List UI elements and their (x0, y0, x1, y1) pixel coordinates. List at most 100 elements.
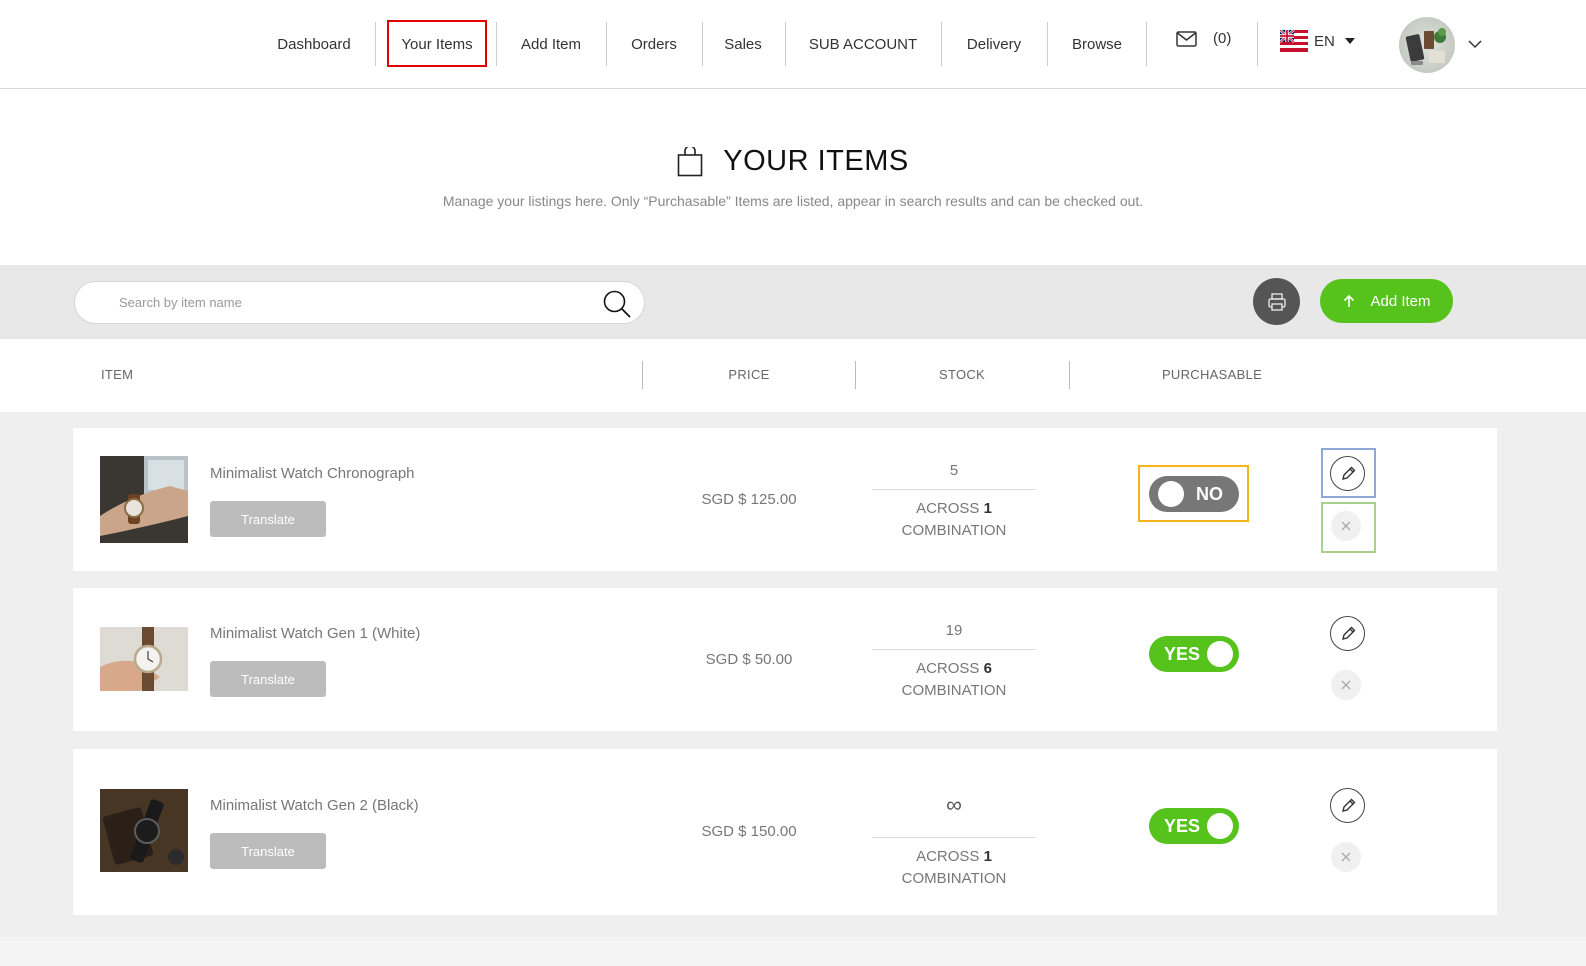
stock-across-prefix: ACROSS (916, 660, 984, 677)
purchasable-toggle[interactable]: YES (1149, 808, 1239, 844)
item-name[interactable]: Minimalist Watch Gen 2 (Black) (210, 797, 419, 814)
items-list: Minimalist Watch Chronograph Translate S… (0, 412, 1586, 966)
toggle-knob (1158, 481, 1184, 507)
purchasable-toggle[interactable]: NO (1149, 476, 1239, 512)
print-icon (1267, 292, 1286, 311)
column-header-stock: STOCK (938, 367, 986, 382)
nav-delivery[interactable]: Delivery (954, 0, 1034, 88)
add-item-label: Add Item (1370, 292, 1431, 310)
chevron-down-icon[interactable] (1467, 36, 1483, 52)
stock-combinations: ACROSS 1 COMBINATION (872, 498, 1036, 542)
item-name[interactable]: Minimalist Watch Chronograph (210, 465, 415, 482)
nav-divider (702, 22, 703, 66)
column-header-item: ITEM (101, 367, 134, 382)
item-name[interactable]: Minimalist Watch Gen 1 (White) (210, 625, 420, 642)
nav-dashboard[interactable]: Dashboard (262, 0, 366, 88)
translate-button[interactable]: Translate (210, 661, 326, 697)
combination-count: 6 (983, 660, 992, 677)
column-divider (1069, 361, 1070, 389)
stock-combinations: ACROSS 1 COMBINATION (872, 846, 1036, 890)
edit-button[interactable] (1330, 788, 1365, 823)
combination-label: COMBINATION (901, 870, 1007, 887)
delete-button[interactable] (1331, 670, 1361, 700)
edit-button[interactable] (1330, 616, 1365, 651)
translate-button[interactable]: Translate (210, 833, 326, 869)
active-nav-highlight (387, 20, 487, 67)
table-row: Minimalist Watch Gen 1 (White) Translate… (73, 588, 1497, 731)
nav-sub-account[interactable]: SUB ACCOUNT (798, 0, 928, 88)
purchasable-toggle[interactable]: YES (1149, 636, 1239, 672)
search-box (74, 281, 645, 324)
combination-label: COMBINATION (901, 682, 1007, 699)
close-icon (1341, 852, 1351, 862)
language-selector[interactable]: EN (1280, 30, 1355, 52)
stock-across-prefix: ACROSS (916, 500, 984, 517)
item-thumbnail[interactable] (100, 456, 188, 543)
page-title: YOUR ITEMS (723, 145, 909, 177)
item-price: SGD $ 150.00 (701, 823, 797, 840)
translate-button[interactable]: Translate (210, 501, 326, 537)
toggle-label: YES (1164, 643, 1201, 664)
nav-divider (1146, 22, 1147, 66)
nav-divider (375, 22, 376, 66)
top-navigation: Dashboard Your Items Add Item Orders Sal… (0, 0, 1586, 89)
item-stock: ∞ ACROSS 1 COMBINATION (872, 792, 1036, 890)
nav-divider (1257, 22, 1258, 66)
toggle-label: NO (1196, 483, 1223, 504)
nav-add-item[interactable]: Add Item (508, 0, 594, 88)
page-subtitle: Manage your listings here. Only “Purchas… (442, 193, 1144, 209)
delete-button[interactable] (1331, 842, 1361, 872)
edit-button[interactable] (1330, 456, 1365, 491)
avatar[interactable] (1399, 17, 1455, 73)
nav-divider (496, 22, 497, 66)
nav-browse[interactable]: Browse (1060, 0, 1134, 88)
nav-divider (606, 22, 607, 66)
stock-quantity-unlimited: ∞ (872, 792, 1036, 838)
nav-divider (941, 22, 942, 66)
inbox-count: (0) (1213, 30, 1232, 47)
uk-flag-icon (1280, 30, 1308, 52)
close-icon (1341, 680, 1351, 690)
search-icon[interactable] (602, 289, 632, 319)
item-stock: 5 ACROSS 1 COMBINATION (872, 460, 1036, 542)
combination-label: COMBINATION (901, 522, 1007, 539)
item-stock: 19 ACROSS 6 COMBINATION (872, 620, 1036, 702)
combination-count: 1 (983, 500, 992, 517)
nav-sales[interactable]: Sales (714, 0, 772, 88)
toggle-knob (1207, 641, 1233, 667)
item-thumbnail[interactable] (100, 789, 188, 872)
search-input[interactable] (119, 282, 589, 323)
item-thumbnail[interactable] (100, 627, 188, 691)
column-header-price: PRICE (728, 367, 770, 382)
column-header-purchasable: PURCHASABLE (1161, 367, 1263, 382)
combination-count: 1 (983, 848, 992, 865)
pencil-icon (1341, 626, 1355, 640)
print-button[interactable] (1253, 278, 1300, 325)
stock-combinations: ACROSS 6 COMBINATION (872, 658, 1036, 702)
caret-down-icon (1344, 38, 1355, 44)
pencil-icon (1341, 466, 1355, 480)
item-image (100, 789, 188, 872)
stock-quantity: 5 (872, 460, 1036, 490)
table-row: Minimalist Watch Gen 2 (Black) Translate… (73, 749, 1497, 915)
avatar-image (1405, 28, 1446, 65)
shopping-bag-icon (677, 146, 703, 176)
delete-button[interactable] (1331, 511, 1361, 541)
toggle-knob (1207, 813, 1233, 839)
toggle-label: YES (1164, 815, 1201, 836)
nav-orders[interactable]: Orders (618, 0, 690, 88)
nav-divider (1047, 22, 1048, 66)
add-item-button[interactable]: Add Item (1320, 279, 1453, 323)
page-header: YOUR ITEMS Manage your listings here. On… (0, 89, 1586, 265)
item-image (100, 456, 188, 543)
items-toolbar: Add Item (0, 265, 1586, 339)
table-row: Minimalist Watch Chronograph Translate S… (73, 428, 1497, 571)
item-price: SGD $ 125.00 (701, 491, 797, 508)
stock-across-prefix: ACROSS (916, 848, 984, 865)
close-icon (1341, 521, 1351, 531)
inbox-link[interactable]: (0) (1176, 30, 1231, 47)
item-image (100, 627, 188, 691)
item-price: SGD $ 50.00 (705, 651, 793, 668)
list-footer (0, 937, 1586, 966)
pencil-icon (1341, 798, 1355, 812)
